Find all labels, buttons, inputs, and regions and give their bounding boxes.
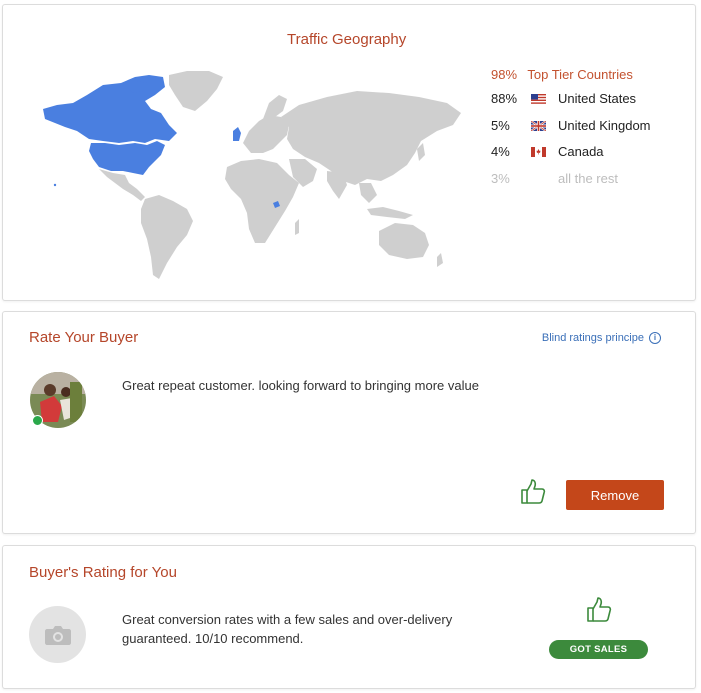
country-name: all the rest — [558, 170, 618, 186]
country-pct: 4% — [491, 144, 510, 160]
country-row-rest: 3% all the rest — [491, 166, 651, 193]
top-tier-label: Top Tier Countries — [527, 67, 633, 82]
remove-button[interactable]: Remove — [566, 480, 664, 510]
world-map — [43, 71, 461, 279]
country-pct: 3% — [491, 170, 510, 186]
traffic-stats: 98% Top Tier Countries 88% United States… — [491, 64, 651, 192]
seller-review-line-1: Great conversion rates with a few sales … — [122, 612, 453, 627]
top-tier-pct: 98% — [491, 67, 518, 82]
blind-ratings-link[interactable]: Blind ratings principe i — [542, 332, 661, 344]
buyer-rating-card: Buyer's Rating for You Great conversion … — [2, 545, 696, 689]
buyer-rating-title: Buyer's Rating for You — [29, 564, 177, 581]
info-icon: i — [649, 332, 661, 344]
camera-icon — [44, 625, 71, 645]
country-pct: 5% — [491, 117, 510, 133]
thumbs-up-icon — [587, 597, 612, 622]
got-sales-badge: GOT SALES — [549, 640, 648, 659]
online-status-dot — [32, 415, 43, 426]
top-tier-row: 98% Top Tier Countries — [491, 64, 651, 86]
country-name: United Kingdom — [558, 117, 651, 133]
uk-flag-icon — [531, 120, 546, 131]
seller-avatar-placeholder — [29, 606, 86, 663]
country-name: Canada — [558, 144, 604, 160]
buyer-review-text: Great repeat customer. looking forward t… — [122, 378, 479, 393]
rate-your-buyer-card: Rate Your Buyer Blind ratings principe i… — [2, 311, 696, 534]
traffic-geography-title: Traffic Geography — [287, 31, 407, 48]
map-canada — [43, 75, 177, 143]
country-pct: 88% — [491, 91, 518, 106]
country-row-uk: 5% United Kingdom — [491, 113, 651, 140]
country-row-us: 88% United States — [491, 86, 651, 113]
blind-ratings-label: Blind ratings principe — [541, 332, 644, 344]
rate-your-buyer-title: Rate Your Buyer — [29, 329, 139, 346]
thumbs-up-icon[interactable] — [519, 478, 547, 506]
us-flag-icon — [531, 94, 546, 105]
canada-flag-icon — [531, 147, 546, 158]
map-uk — [233, 127, 241, 141]
country-row-canada: 4% Canada — [491, 139, 651, 166]
traffic-geography-card: Traffic Geography 98% Top Tier Countries… — [2, 4, 696, 301]
country-name: United States — [558, 91, 637, 106]
seller-review-line-2: guaranteed. 10/10 recommend. — [122, 631, 304, 646]
seller-review-text: Great conversion rates with a few sales … — [122, 610, 452, 648]
